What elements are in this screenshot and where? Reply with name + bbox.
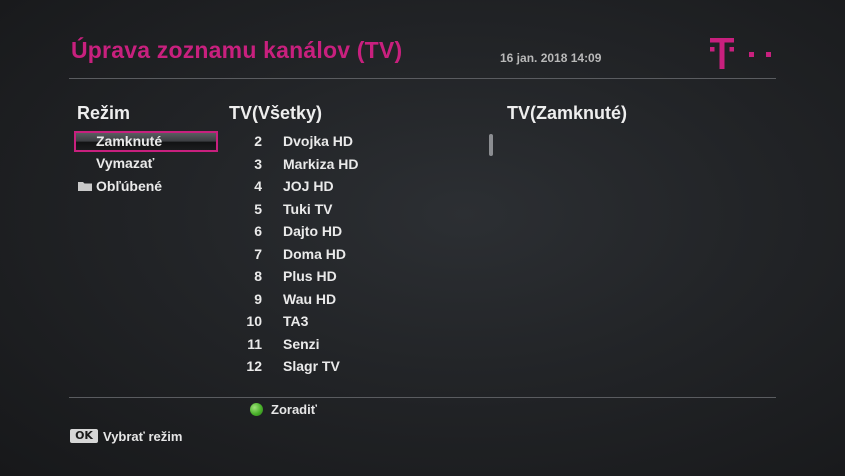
date-time: 16 jan. 2018 14:09 bbox=[500, 51, 602, 65]
channel-number: 6 bbox=[254, 223, 262, 239]
footer-divider bbox=[69, 397, 776, 398]
channel-number: 11 bbox=[247, 335, 262, 352]
channel-name: Senzi bbox=[283, 335, 320, 352]
header-divider bbox=[69, 78, 776, 79]
channel-number: 4 bbox=[254, 178, 262, 194]
channel-number: 2 bbox=[254, 133, 262, 149]
ok-key-icon: OK bbox=[70, 429, 98, 443]
mode-item-label: Vymazať bbox=[96, 155, 155, 171]
channel-number: 5 bbox=[254, 200, 262, 217]
green-button-icon bbox=[250, 403, 263, 416]
sort-action-label[interactable]: Zoradiť bbox=[271, 402, 317, 417]
channel-name: JOJ HD bbox=[283, 178, 334, 194]
mode-item-label: Zamknuté bbox=[96, 133, 163, 149]
channel-row[interactable]: 10 TA3 bbox=[236, 310, 476, 332]
channel-row[interactable]: 5 Tuki TV bbox=[236, 198, 476, 220]
channel-row[interactable]: 8 Plus HD bbox=[236, 265, 476, 287]
channel-name: Markiza HD bbox=[283, 155, 359, 172]
channel-name: Wau HD bbox=[283, 290, 337, 307]
channel-list-heading: TV(Všetky) bbox=[229, 103, 323, 123]
channel-row[interactable]: 11 Senzi bbox=[236, 333, 476, 355]
channel-name: Dvojka HD bbox=[283, 133, 354, 149]
select-mode-action-label[interactable]: Vybrať režim bbox=[103, 429, 182, 444]
channel-number: 3 bbox=[254, 155, 262, 172]
channel-row[interactable]: 4 JOJ HD bbox=[236, 175, 476, 197]
channel-name: Slagr TV bbox=[283, 358, 340, 374]
channel-row[interactable]: 2 Dvojka HD bbox=[236, 130, 476, 152]
channel-number: 7 bbox=[254, 245, 262, 262]
channel-row[interactable]: 6 Dajto HD bbox=[236, 220, 476, 242]
mode-item-favorites[interactable]: Obľúbené bbox=[74, 176, 218, 197]
channel-name: Tuki TV bbox=[283, 200, 333, 217]
mode-item-label: Obľúbené bbox=[96, 178, 163, 194]
channel-list-scrollbar[interactable] bbox=[489, 134, 493, 156]
mode-item-locked[interactable]: Zamknuté bbox=[74, 131, 218, 152]
folder-icon bbox=[78, 182, 92, 191]
locked-list-heading: TV(Zamknuté) bbox=[507, 103, 628, 123]
channel-number: 12 bbox=[246, 358, 262, 374]
channel-number: 9 bbox=[254, 290, 262, 307]
telekom-logo-icon bbox=[710, 38, 771, 69]
channel-name: TA3 bbox=[283, 313, 309, 329]
channel-row[interactable]: 12 Slagr TV bbox=[236, 355, 476, 377]
channel-name: Plus HD bbox=[283, 268, 337, 284]
page-title: Úprava zoznamu kanálov (TV) bbox=[71, 37, 403, 63]
mode-heading: Režim bbox=[77, 103, 131, 123]
channel-row[interactable]: 9 Wau HD bbox=[236, 288, 476, 310]
channel-row[interactable]: 7 Doma HD bbox=[236, 243, 476, 265]
channel-row[interactable]: 3 Markiza HD bbox=[236, 153, 476, 175]
channel-number: 8 bbox=[254, 268, 262, 284]
mode-item-delete[interactable]: Vymazať bbox=[74, 153, 218, 174]
channel-number: 10 bbox=[246, 313, 262, 329]
channel-name: Dajto HD bbox=[283, 223, 343, 239]
channel-name: Doma HD bbox=[283, 245, 347, 262]
